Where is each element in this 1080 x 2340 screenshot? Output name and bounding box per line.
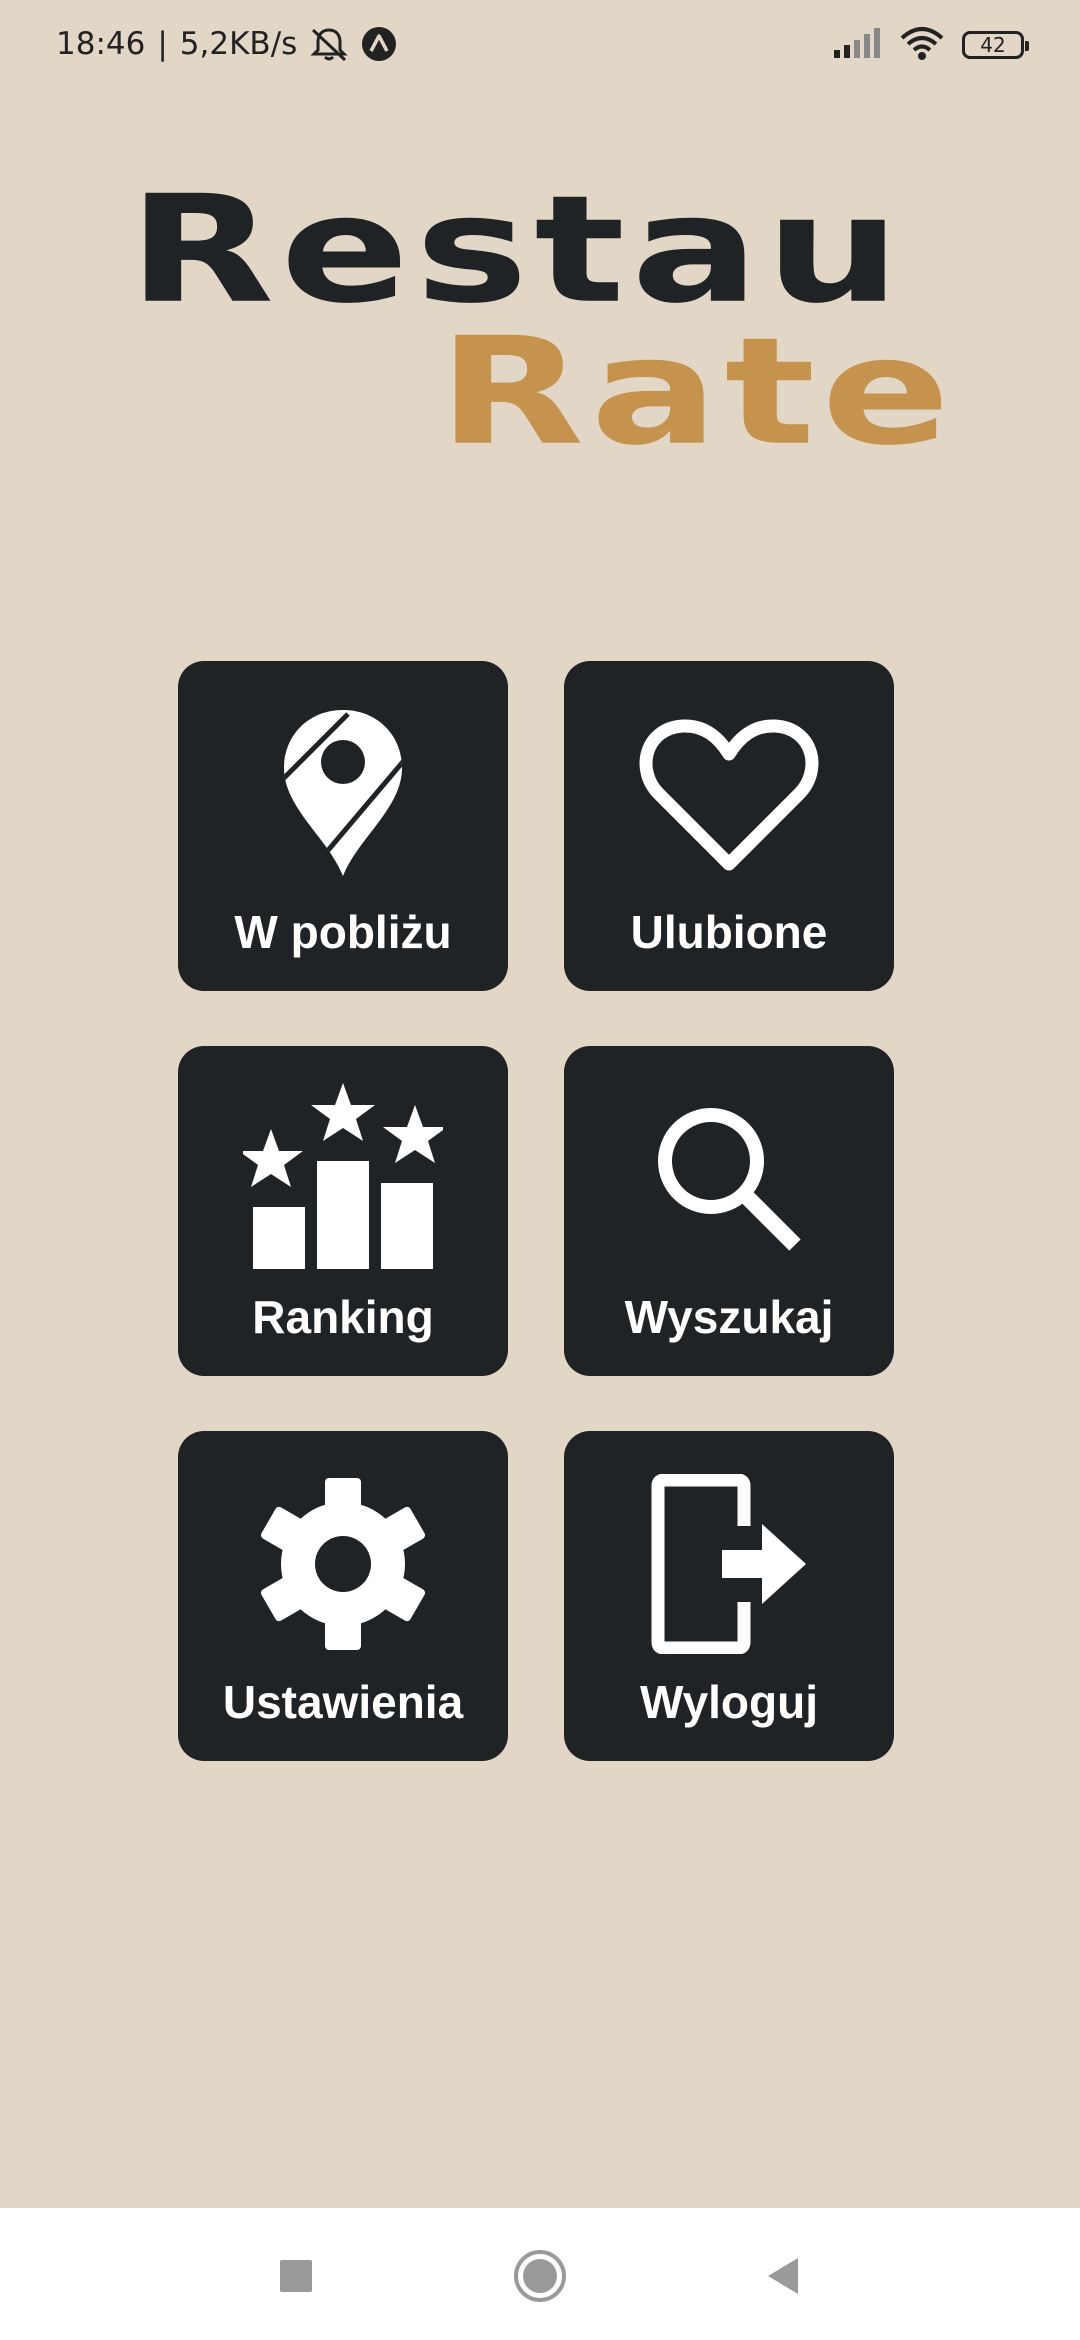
logo-text-rate: Rate	[438, 305, 957, 478]
ranking-button[interactable]: Ranking	[178, 1046, 508, 1376]
nearby-button[interactable]: W pobliżu	[178, 661, 508, 991]
map-pin-icon	[178, 699, 508, 889]
logout-label: Wyloguj	[639, 1676, 819, 1728]
ranking-stars-icon	[178, 1083, 508, 1274]
favorites-label: Ulubione	[630, 906, 828, 958]
app-logo: Restau Rate	[0, 0, 1080, 560]
main-menu: W pobliżu Ulubione Ranking Wyszukaj Usta…	[178, 661, 894, 1761]
heart-icon	[564, 699, 894, 889]
gear-icon	[178, 1469, 508, 1659]
nearby-label: W pobliżu	[234, 906, 452, 958]
logo-text-restau: Restau	[128, 163, 907, 336]
favorites-button[interactable]: Ulubione	[564, 661, 894, 991]
system-nav-bar	[0, 2208, 1080, 2340]
ranking-label: Ranking	[252, 1291, 434, 1343]
back-icon[interactable]	[756, 2248, 812, 2304]
logout-button[interactable]: Wyloguj	[564, 1431, 894, 1761]
settings-label: Ustawienia	[222, 1676, 464, 1728]
search-label: Wyszukaj	[624, 1291, 834, 1343]
recents-icon[interactable]	[268, 2248, 324, 2304]
home-icon[interactable]	[512, 2248, 568, 2304]
logout-icon	[564, 1469, 894, 1659]
search-button[interactable]: Wyszukaj	[564, 1046, 894, 1376]
search-icon	[564, 1084, 894, 1274]
settings-button[interactable]: Ustawienia	[178, 1431, 508, 1761]
